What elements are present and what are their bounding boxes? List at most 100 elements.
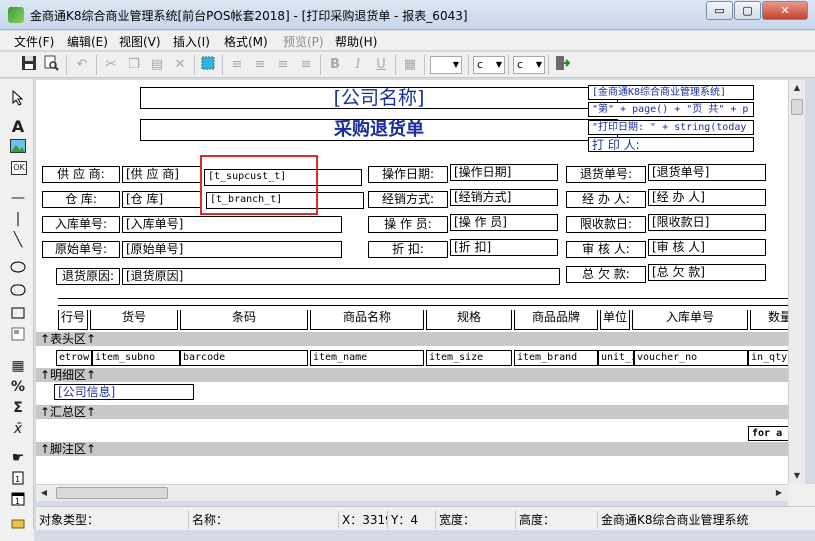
footer-band[interactable]: ↑脚注区↑ [36, 442, 788, 456]
save-icon[interactable] [19, 55, 39, 75]
vertical-scroll-thumb[interactable] [791, 99, 803, 115]
scroll-right-icon[interactable]: ▶ [771, 485, 787, 501]
detail-cell[interactable]: in_qty [748, 350, 788, 366]
sum-tool[interactable]: Σ [9, 399, 27, 417]
printer-label[interactable]: 打 印 人: [588, 137, 754, 152]
image-icon[interactable] [9, 139, 27, 157]
reviewer-label[interactable]: 审 核 人: [566, 241, 646, 258]
undo-icon[interactable]: ↶ [72, 55, 92, 75]
average-tool[interactable]: x̄ [9, 420, 27, 438]
op-date-field[interactable]: [操作日期] [450, 164, 558, 181]
menu-help[interactable]: 帮助(H) [335, 33, 377, 50]
system-name-field[interactable]: [金商通K8综合商业管理系统] [588, 85, 754, 100]
align-left-icon[interactable]: ≡ [227, 55, 247, 75]
page-icon[interactable]: 1 [9, 471, 27, 489]
align-center-icon[interactable]: ≡ [250, 55, 270, 75]
total-owed-field[interactable]: [总 欠 款] [648, 264, 766, 281]
discount-label[interactable]: 折 扣: [368, 241, 448, 258]
rect-icon[interactable] [9, 306, 27, 324]
percent-tool[interactable]: % [9, 378, 27, 396]
settle-label[interactable]: 经销方式: [368, 191, 448, 208]
maximize-button[interactable]: ▢ [734, 1, 761, 20]
ellipse-icon[interactable] [9, 260, 27, 278]
scroll-left-icon[interactable]: ◀ [36, 485, 52, 501]
detail-cell[interactable]: item_name [310, 350, 424, 366]
font-combo[interactable]: ▼ [430, 56, 462, 74]
instock-no-field[interactable]: [入库单号] [122, 216, 342, 233]
vertical-scrollbar[interactable]: ▲ ▼ [788, 80, 805, 484]
deadline-field[interactable]: [限收款日] [648, 214, 766, 231]
detail-band[interactable]: ↑明细区↑ [36, 368, 788, 382]
column-header[interactable]: 入库单号 [632, 310, 748, 330]
ole-object-icon[interactable] [9, 327, 27, 345]
menu-edit[interactable]: 编辑(E) [67, 33, 108, 50]
handler-field[interactable]: [经 办 人] [648, 189, 766, 206]
hand-icon[interactable]: ☛ [9, 449, 27, 467]
menu-view[interactable]: 视图(V) [119, 33, 161, 50]
warehouse-label[interactable]: 仓 库: [42, 191, 120, 208]
operator-field[interactable]: [操 作 员] [450, 214, 558, 231]
copy-icon[interactable]: ❐ [124, 55, 144, 75]
company-name-field[interactable]: [公司名称] [140, 87, 618, 109]
underline-button[interactable]: U [371, 55, 391, 75]
settle-field[interactable]: [经销方式] [450, 189, 558, 206]
op-date-label[interactable]: 操作日期: [368, 166, 448, 183]
rounded-rect-icon[interactable] [9, 283, 27, 301]
instock-no-label[interactable]: 入库单号: [42, 216, 120, 233]
table-icon[interactable]: ▦ [9, 357, 27, 375]
column-header[interactable]: 商品品牌 [514, 310, 598, 330]
return-reason-field[interactable]: [退货原因] [122, 268, 560, 285]
summary-band[interactable]: ↑汇总区↑ [36, 405, 788, 419]
menu-format[interactable]: 格式(M) [224, 33, 268, 50]
column-header[interactable]: 商品名称 [310, 310, 424, 330]
supplier-label[interactable]: 供 应 商: [42, 166, 120, 183]
delete-icon[interactable]: ✕ [170, 55, 190, 75]
close-button[interactable]: ✕ [762, 1, 808, 20]
handler-label[interactable]: 经 办 人: [566, 191, 646, 208]
column-header[interactable]: 单位 [600, 310, 630, 330]
calendar-icon[interactable]: 1 [9, 492, 27, 510]
italic-button[interactable]: I [348, 55, 368, 75]
exit-icon[interactable] [552, 55, 572, 75]
header-band[interactable]: ↑表头区↑ [36, 332, 788, 346]
page-number-field[interactable]: "第" + page() + "页 共" + p [588, 102, 754, 117]
vline-icon[interactable]: | [9, 210, 27, 228]
deadline-label[interactable]: 限收款日: [566, 216, 646, 233]
paste-icon[interactable]: ▤ [147, 55, 167, 75]
color-combo-2[interactable]: c ▼ [513, 56, 545, 74]
warehouse-field[interactable]: [仓 库] [122, 191, 202, 208]
hline-icon[interactable]: — [9, 189, 27, 207]
total-owed-label[interactable]: 总 欠 款: [566, 266, 646, 283]
scroll-up-icon[interactable]: ▲ [789, 80, 805, 96]
diagonal-line-icon[interactable]: ╲ [9, 231, 27, 249]
detail-cell[interactable]: barcode [180, 350, 308, 366]
summary-expression-field[interactable]: for a [748, 426, 788, 441]
cut-icon[interactable]: ✂ [101, 55, 121, 75]
minimize-button[interactable]: ▭ [706, 1, 733, 20]
menu-insert[interactable]: 插入(I) [173, 33, 210, 50]
detail-cell[interactable]: item_subno [92, 350, 180, 366]
detail-cell[interactable]: item_brand [514, 350, 598, 366]
supplier-field[interactable]: [供 应 商] [122, 166, 202, 183]
print-date-field[interactable]: "打印日期: " + string(today [588, 120, 754, 135]
company-info-field[interactable]: [公司信息] [54, 384, 194, 400]
report-title[interactable]: 采购退货单 [140, 119, 618, 141]
return-no-field[interactable]: [退货单号] [648, 164, 766, 181]
report-design-canvas[interactable]: [公司名称] 采购退货单 [金商通K8综合商业管理系统] "第" + page(… [36, 80, 788, 484]
text-tool[interactable]: A [9, 118, 27, 136]
align-justify-icon[interactable]: ≡ [296, 55, 316, 75]
pointer-icon[interactable] [9, 89, 27, 108]
reviewer-field[interactable]: [审 核 人] [648, 239, 766, 256]
return-reason-label[interactable]: 退货原因: [56, 268, 120, 285]
detail-cell[interactable]: unit_i [598, 350, 634, 366]
column-header[interactable]: 规格 [426, 310, 512, 330]
detail-cell[interactable]: item_size [426, 350, 512, 366]
menu-preview[interactable]: 预览(P) [283, 33, 324, 50]
detail-cell[interactable]: voucher_no [634, 350, 748, 366]
properties-icon[interactable]: ▦ [400, 55, 420, 75]
column-header[interactable]: 数量 [750, 310, 788, 330]
original-no-label[interactable]: 原始单号: [42, 241, 120, 258]
return-no-label[interactable]: 退货单号: [566, 166, 646, 183]
bold-button[interactable]: B [325, 55, 345, 75]
column-header[interactable]: 行号 [58, 310, 88, 330]
